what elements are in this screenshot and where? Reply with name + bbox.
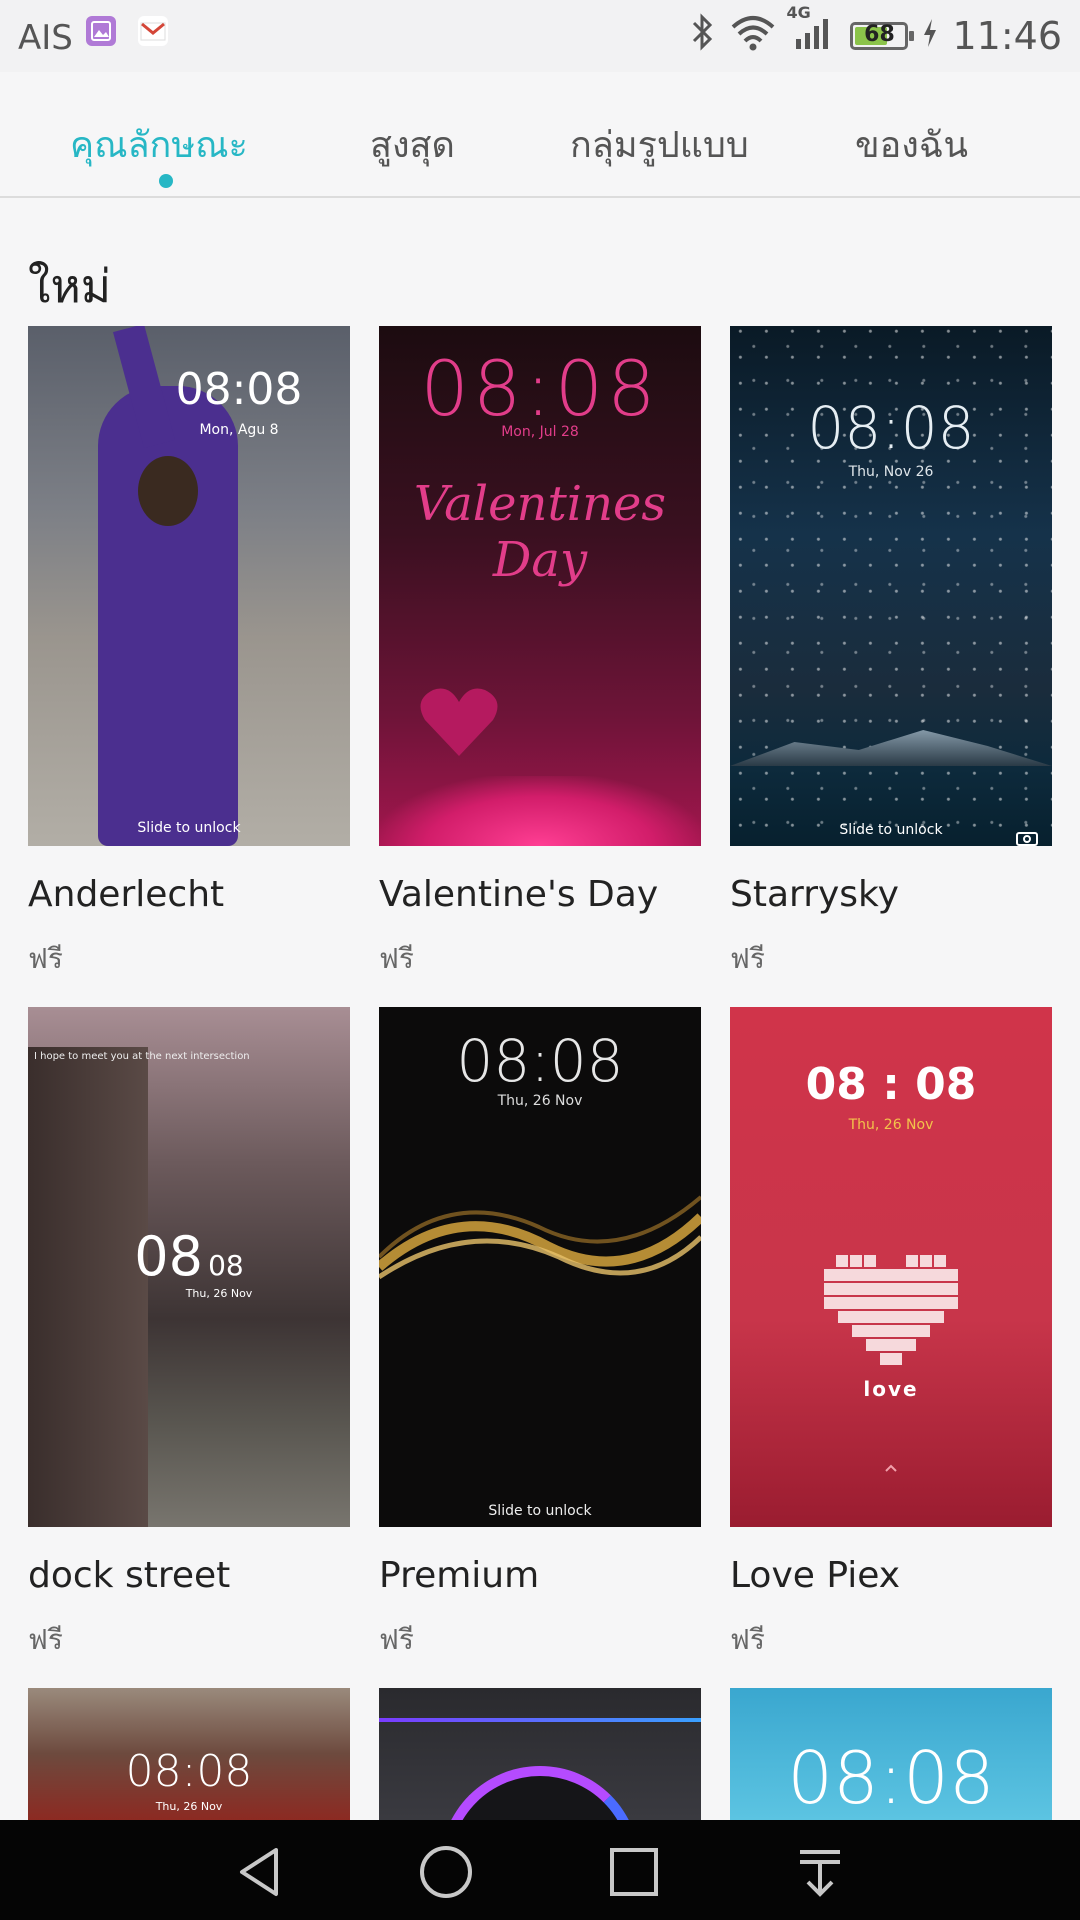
tab-mine[interactable]: ของฉัน <box>855 116 968 173</box>
preview-top-stripe <box>379 1718 701 1722</box>
theme-card[interactable] <box>379 1688 701 1820</box>
theme-name: Anderlecht <box>28 874 225 915</box>
preview-date: Thu, Nov 26 <box>848 464 934 480</box>
battery-percent: 68 <box>864 22 895 47</box>
theme-preview[interactable]: 08:08 <box>730 1688 1052 1820</box>
pixel-heart-icon <box>824 1255 958 1365</box>
preview-clock-minutes: 08 <box>208 1249 244 1282</box>
preview-quote: I hope to meet you at the next intersect… <box>34 1051 250 1062</box>
camera-icon <box>1016 832 1038 846</box>
theme-preview[interactable]: 08:08 Mon, Jul 28 Valentines Day <box>379 326 701 846</box>
preview-date: Thu, 26 Nov <box>848 1117 934 1133</box>
preview-clock-group: 08 08 <box>28 1225 350 1288</box>
preview-unlock-hint: Slide to unlock <box>137 820 241 836</box>
preview-clock: 08:08 <box>456 1027 624 1095</box>
preview-clock: 08:08 <box>175 364 303 415</box>
carrier-label: AIS <box>18 18 73 58</box>
theme-preview[interactable]: I hope to meet you at the next intersect… <box>28 1007 350 1527</box>
preview-clock: 08:08 <box>787 1736 995 1820</box>
preview-date: Thu, 26 Nov <box>497 1093 583 1109</box>
preview-unlock-hint: Slide to unlock <box>839 822 943 838</box>
theme-card[interactable]: 08:08 Thu, 26 Nov Slide to unlock Premiu… <box>379 1007 701 1662</box>
tab-top[interactable]: สูงสุด <box>370 116 455 173</box>
theme-name: Starrysky <box>730 874 899 915</box>
preview-clock: 08 : 08 <box>805 1059 977 1110</box>
charging-icon <box>922 14 938 58</box>
theme-preview[interactable]: 08:08 Thu, Nov 26 Slide to unlock <box>730 326 1052 846</box>
back-icon[interactable] <box>230 1842 290 1902</box>
heart-icon <box>420 688 498 756</box>
wifi-icon <box>730 13 776 60</box>
theme-price: ฟรี <box>730 1623 765 1656</box>
theme-price: ฟรี <box>28 1623 63 1656</box>
theme-price: ฟรี <box>379 942 414 975</box>
recents-icon[interactable] <box>604 1842 664 1902</box>
preview-clock-hours: 08 <box>134 1225 203 1288</box>
chevron-up-icon <box>885 1464 897 1472</box>
clock: 11:46 <box>952 14 1062 58</box>
theme-name: Premium <box>379 1555 540 1596</box>
cellular-signal-icon: 4G <box>786 3 836 60</box>
preview-unlock-hint: Slide to unlock <box>488 1503 592 1519</box>
theme-name: Valentine's Day <box>379 874 659 915</box>
network-type-label: 4G <box>786 2 811 22</box>
player-head <box>138 456 198 526</box>
battery-icon: 68 <box>850 22 915 50</box>
system-nav-bar <box>0 1820 1080 1920</box>
theme-name: dock street <box>28 1555 231 1596</box>
preview-artwork-text: Valentines Day <box>413 476 667 588</box>
player-figure <box>98 386 238 846</box>
active-tab-indicator <box>159 174 173 188</box>
tab-categories[interactable]: กลุ่มรูปแบบ <box>570 116 749 173</box>
preview-date: Thu, 26 Nov <box>155 1800 223 1813</box>
status-bar: AIS 4G 68 11:46 <box>0 0 1080 72</box>
theme-price: ฟรี <box>379 1623 414 1656</box>
theme-card[interactable]: 08:08 Thu, Nov 26 Slide to unlock Starry… <box>730 326 1052 981</box>
theme-preview[interactable]: 08:08 Mon, Agu 8 Slide to unlock <box>28 326 350 846</box>
theme-preview[interactable]: 08:08 Thu, 26 Nov <box>28 1688 350 1820</box>
preview-artwork-text: love <box>863 1377 919 1401</box>
gmail-notification-icon <box>138 16 168 46</box>
theme-card[interactable]: 08:08 Mon, Jul 28 Valentines Day Valenti… <box>379 326 701 981</box>
section-title: ใหม่ <box>28 259 112 313</box>
theme-preview[interactable]: 08:08 Thu, 26 Nov Slide to unlock <box>379 1007 701 1527</box>
bluetooth-icon <box>690 12 716 60</box>
gallery-notification-icon <box>86 16 116 46</box>
theme-preview[interactable]: 08 : 08 Thu, 26 Nov love <box>730 1007 1052 1527</box>
preview-date: Mon, Agu 8 <box>199 422 279 438</box>
preview-clock: 08:08 <box>420 344 660 433</box>
theme-price: ฟรี <box>28 942 63 975</box>
home-icon[interactable] <box>416 1842 476 1902</box>
theme-preview[interactable] <box>379 1688 701 1820</box>
theme-card[interactable]: 08:08 <box>730 1688 1052 1820</box>
tab-bar: คุณลักษณะ สูงสุด กลุ่มรูปแบบ ของฉัน <box>0 72 1080 198</box>
theme-card[interactable]: 08:08 Thu, 26 Nov <box>28 1688 350 1820</box>
preview-date: Mon, Jul 28 <box>501 424 579 440</box>
preview-clock: 08:08 <box>807 394 975 462</box>
theme-price: ฟรี <box>730 942 765 975</box>
gold-wave-art <box>379 1195 701 1280</box>
hearts-decoration <box>379 776 701 846</box>
preview-clock: 08:08 <box>125 1746 253 1797</box>
preview-date: Thu, 26 Nov <box>185 1287 253 1300</box>
theme-name: Love Piex <box>730 1555 901 1596</box>
theme-card[interactable]: I hope to meet you at the next intersect… <box>28 1007 350 1662</box>
notification-pull-icon[interactable] <box>790 1842 850 1902</box>
preview-dial-ring <box>440 1766 640 1820</box>
theme-card[interactable]: 08:08 Mon, Agu 8 Slide to unlock Anderle… <box>28 326 350 981</box>
theme-card[interactable]: 08 : 08 Thu, 26 Nov love Love Piex ฟรี <box>730 1007 1052 1662</box>
tab-features[interactable]: คุณลักษณะ <box>70 116 248 173</box>
